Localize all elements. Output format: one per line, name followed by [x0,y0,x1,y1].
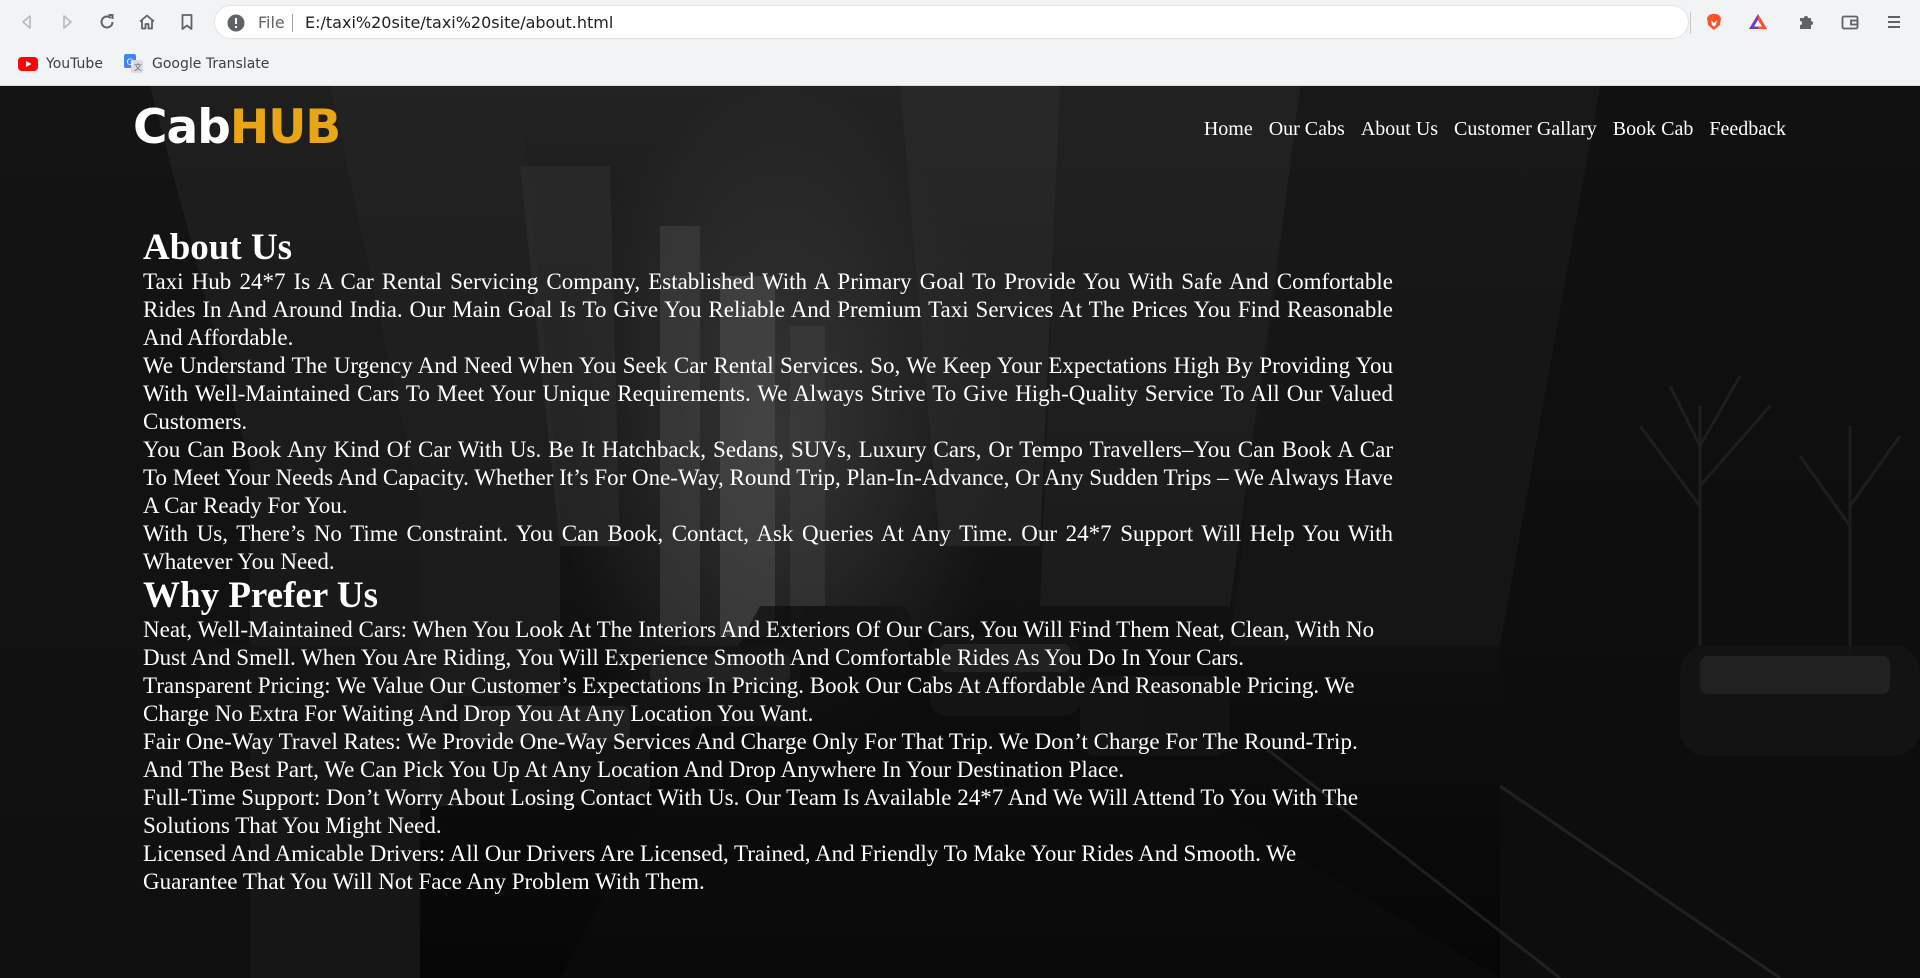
nav-about-us[interactable]: About Us [1361,118,1438,141]
nav-feedback[interactable]: Feedback [1709,118,1786,141]
info-icon[interactable] [227,14,245,32]
address-url[interactable]: E:/taxi%20site/taxi%20site/about.html [305,13,613,32]
forward-arrow-icon [63,15,72,29]
back-button[interactable] [15,10,39,34]
main-content: About Us Taxi Hub 24*7 Is A Car Rental S… [143,228,1393,896]
hamburger-menu-icon [1888,16,1900,28]
bookmark-button[interactable] [175,10,199,34]
wallet-button[interactable] [1838,10,1862,34]
page-viewport: CabHUB Home Our Cabs About Us Customer G… [0,86,1920,978]
google-translate-icon: G文 [124,54,144,74]
brave-shields-button[interactable] [1702,10,1726,34]
reload-icon [100,14,114,29]
nav-customer-gallary[interactable]: Customer Gallary [1454,118,1597,141]
address-bar[interactable]: File E:/taxi%20site/taxi%20site/about.ht… [214,5,1689,39]
menu-button[interactable] [1882,10,1906,34]
bookmark-label: Google Translate [152,56,270,72]
why-paragraph-licensed-drivers: Licensed And Amicable Drivers: All Our D… [143,841,1297,894]
about-paragraph: We Understand The Urgency And Need When … [143,353,1393,434]
address-separator [292,14,293,32]
bookmark-label: YouTube [46,56,103,72]
why-prefer-us-heading: Why Prefer Us [143,575,378,616]
forward-button[interactable] [55,10,79,34]
site-logo[interactable]: CabHUB [133,104,341,151]
bookmark-google-translate[interactable]: G文 Google Translate [124,52,269,76]
bookmark-youtube[interactable]: YouTube [18,52,103,76]
home-button[interactable] [135,10,159,34]
brave-rewards-triangle-icon [1749,14,1767,29]
bookmarks-bar: YouTube G文 Google Translate [0,44,1920,86]
logo-text-cab: Cab [133,100,231,155]
wallet-icon [1841,15,1859,30]
svg-text:文: 文 [134,62,142,72]
brave-lion-icon [1707,14,1721,30]
about-us-section: Taxi Hub 24*7 Is A Car Rental Servicing … [143,268,1393,576]
about-paragraph: With Us, There’s No Time Constraint. You… [143,521,1393,574]
puzzle-icon [1800,16,1813,29]
reload-button[interactable] [95,10,119,34]
about-paragraph: You Can Book Any Kind Of Car With Us. Be… [143,437,1393,518]
why-paragraph-full-time-support: Full-Time Support: Don’t Worry About Los… [143,785,1359,838]
address-scheme: File [258,13,285,32]
brave-rewards-button[interactable] [1746,10,1770,34]
youtube-icon [18,57,38,71]
why-paragraph-one-way-rates: Fair One-Way Travel Rates: We Provide On… [143,729,1358,782]
home-icon [139,14,155,30]
about-paragraph: Taxi Hub 24*7 Is A Car Rental Servicing … [143,269,1393,350]
about-us-heading: About Us [143,227,293,268]
bookmark-icon [181,14,193,30]
why-paragraph-transparent-pricing: Transparent Pricing: We Value Our Custom… [143,673,1355,726]
logo-text-hub: HUB [229,100,341,155]
browser-toolbar: File E:/taxi%20site/taxi%20site/about.ht… [0,0,1920,44]
extensions-button[interactable] [1794,10,1818,34]
main-nav: Home Our Cabs About Us Customer Gallary … [1204,118,1786,141]
why-prefer-us-section: Neat, Well-Maintained Cars: When You Loo… [143,616,1393,896]
why-paragraph-neat-cars: Neat, Well-Maintained Cars: When You Loo… [143,617,1375,670]
nav-our-cabs[interactable]: Our Cabs [1269,118,1345,141]
nav-home[interactable]: Home [1204,118,1253,141]
nav-book-cab[interactable]: Book Cab [1613,118,1694,141]
back-arrow-icon [22,15,31,29]
svg-text:G: G [127,58,134,68]
toolbar-divider [1690,12,1691,34]
